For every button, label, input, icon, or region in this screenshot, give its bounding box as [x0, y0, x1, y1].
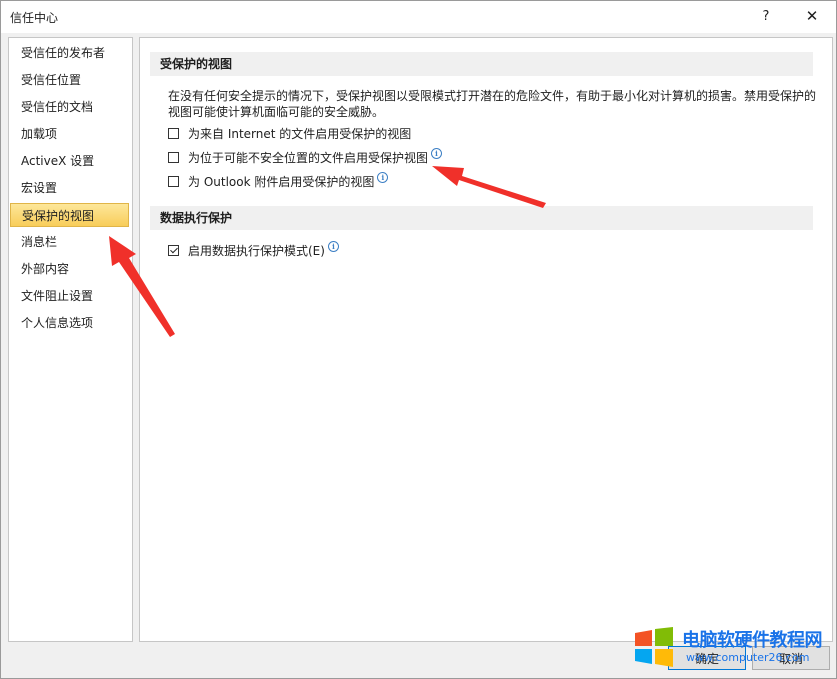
option-label: 为位于可能不安全位置的文件启用受保护视图	[188, 150, 429, 165]
outlook-attachments-checkbox[interactable]	[168, 175, 179, 187]
option-label: 启用数据执行保护模式(E)	[188, 243, 325, 258]
sidebar-item-message-bar[interactable]: 消息栏	[10, 230, 129, 254]
option-outlook-attachments[interactable]: 为 Outlook 附件启用受保护的视图 i	[168, 171, 389, 190]
option-unsafe-locations[interactable]: 为位于可能不安全位置的文件启用受保护视图 i	[168, 147, 443, 166]
unsafe-locations-checkbox[interactable]	[168, 151, 179, 163]
sidebar-item-protected-view[interactable]: 受保护的视图	[10, 203, 129, 227]
option-internet-files[interactable]: 为来自 Internet 的文件启用受保护的视图	[168, 124, 411, 142]
info-icon[interactable]: i	[431, 147, 443, 159]
dialog-title: 信任中心	[10, 11, 59, 25]
sidebar-item-add-ins[interactable]: 加载项	[10, 122, 129, 146]
sidebar-item-file-block-settings[interactable]: 文件阻止设置	[10, 284, 129, 308]
windows-logo-icon	[635, 627, 673, 667]
watermark-url: www.computer26.com	[686, 651, 810, 664]
sidebar-item-trusted-publishers[interactable]: 受信任的发布者	[10, 41, 129, 65]
protected-view-description: 在没有任何安全提示的情况下，受保护视图以受限模式打开潜在的危险文件，有助于最小化…	[168, 89, 817, 119]
internet-files-checkbox[interactable]	[168, 127, 179, 139]
settings-panel: 受保护的视图 在没有任何安全提示的情况下，受保护视图以受限模式打开潜在的危险文件…	[139, 37, 833, 642]
sidebar-item-privacy-options[interactable]: 个人信息选项	[10, 311, 129, 335]
dep-checkbox[interactable]	[168, 244, 179, 256]
title-bar: 信任中心 ? ✕	[1, 1, 836, 33]
site-watermark: 电脑软硬件教程网 www.computer26.com	[630, 624, 830, 672]
sidebar-item-trusted-locations[interactable]: 受信任位置	[10, 68, 129, 92]
sidebar-item-macro-settings[interactable]: 宏设置	[10, 176, 129, 200]
category-sidebar: 受信任的发布者 受信任位置 受信任的文档 加载项 ActiveX 设置 宏设置 …	[8, 37, 133, 642]
sidebar-item-activex-settings[interactable]: ActiveX 设置	[10, 149, 129, 173]
close-button[interactable]: ✕	[796, 3, 828, 29]
info-icon[interactable]: i	[377, 171, 389, 183]
protected-view-header: 受保护的视图	[150, 52, 813, 76]
dep-header: 数据执行保护	[150, 206, 813, 230]
option-data-execution-prevention[interactable]: 启用数据执行保护模式(E) i	[168, 240, 339, 259]
watermark-title: 电脑软硬件教程网	[682, 630, 823, 651]
trust-center-dialog: 信任中心 ? ✕ 受信任的发布者 受信任位置 受信任的文档 加载项 Active…	[0, 0, 837, 679]
option-label: 为 Outlook 附件启用受保护的视图	[188, 174, 375, 189]
option-label: 为来自 Internet 的文件启用受保护的视图	[188, 126, 412, 141]
sidebar-item-external-content[interactable]: 外部内容	[10, 257, 129, 281]
sidebar-item-trusted-documents[interactable]: 受信任的文档	[10, 95, 129, 119]
help-button[interactable]: ?	[751, 3, 781, 29]
info-icon[interactable]: i	[327, 240, 339, 252]
